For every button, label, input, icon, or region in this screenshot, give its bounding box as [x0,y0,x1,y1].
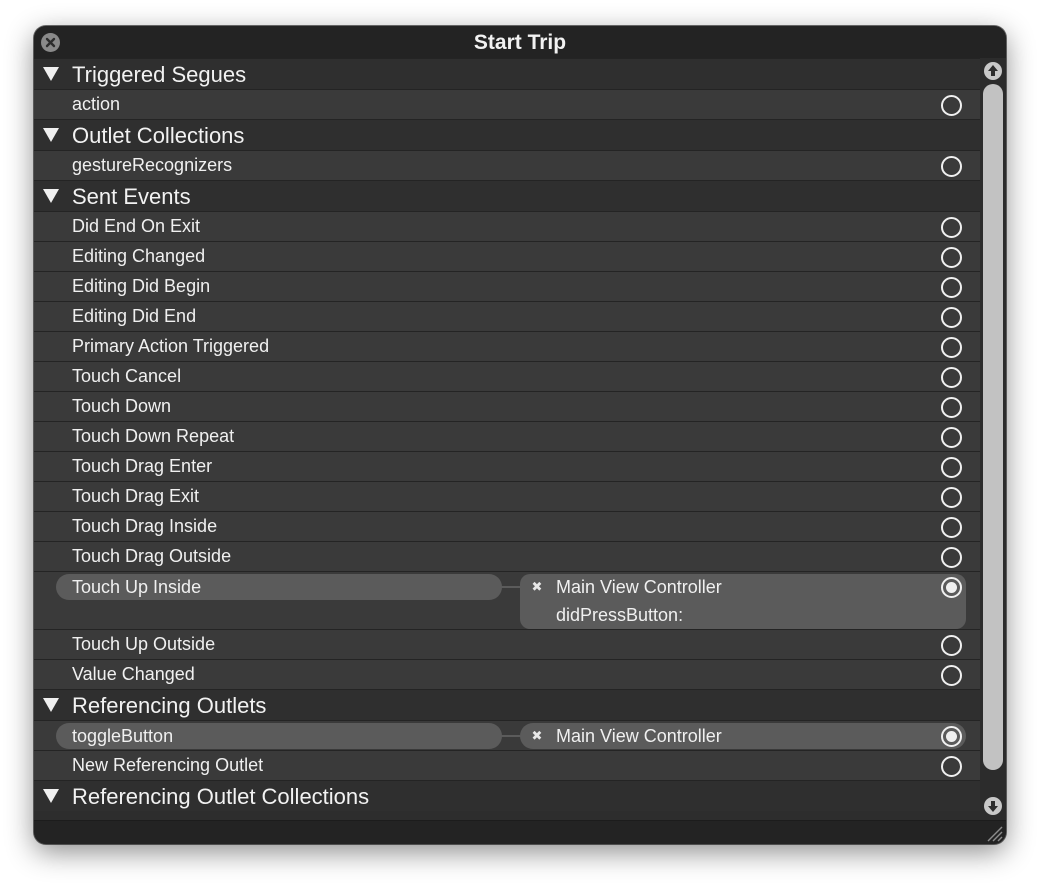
arrow-up-icon [988,65,998,76]
connection-circle-icon[interactable] [941,635,962,656]
connection-row-action: action [34,89,980,119]
connection-row-toggle-button: toggleButton ✖ Main View Controller [34,720,980,750]
section-header-outlet-collections[interactable]: Outlet Collections [34,119,980,150]
connection-row-touch-drag-enter: Touch Drag Enter [34,451,980,481]
connection-circle-icon[interactable] [941,427,962,448]
remove-connection-icon[interactable]: ✖ [531,728,543,743]
connection-label: Editing Did Begin [72,276,211,296]
connection-label: toggleButton [72,726,174,746]
connection-label: New Referencing Outlet [72,755,264,775]
section-label: Referencing Outlet Collections [72,784,370,809]
connection-row-touch-down-repeat: Touch Down Repeat [34,421,980,451]
connection-row-touch-drag-outside: Touch Drag Outside [34,541,980,571]
connection-circle-icon[interactable] [941,517,962,538]
connection-target-method: didPressButton: [556,605,684,625]
connections-inspector-window: Start Trip Triggered Segues action Outle… [34,26,1006,844]
resize-grip-icon [987,826,1003,842]
vertical-scrollbar[interactable] [980,58,1006,820]
connection-circle-icon[interactable] [941,95,962,116]
connection-circle-icon[interactable] [941,756,962,777]
scrollbar-thumb[interactable] [983,84,1003,770]
connected-event-pill[interactable]: Touch Up Inside [56,574,502,600]
connection-label: Primary Action Triggered [72,336,270,356]
connection-circle-icon[interactable] [941,277,962,298]
connection-label: Editing Changed [72,246,206,266]
connection-label: Touch Up Inside [72,577,202,597]
connection-circle-icon[interactable] [941,367,962,388]
connection-label: Touch Cancel [72,366,182,386]
connection-row-touch-up-inside: Touch Up Inside ✖ Main View Controller d… [34,571,980,629]
connected-outlet-pill[interactable]: toggleButton [56,723,502,749]
connection-line [500,735,522,737]
connection-label: Value Changed [72,664,195,684]
connection-line [500,586,522,588]
connection-row-editing-changed: Editing Changed [34,241,980,271]
resize-grip[interactable] [985,824,1003,842]
connection-row-touch-drag-exit: Touch Drag Exit [34,481,980,511]
connection-label: Touch Drag Outside [72,546,232,566]
connection-row-editing-did-end: Editing Did End [34,301,980,331]
connection-target-name: Main View Controller [556,577,722,597]
connection-label: Touch Down [72,396,172,416]
connection-circle-icon[interactable] [941,337,962,358]
connection-circle-icon[interactable] [941,397,962,418]
connection-circle-icon[interactable] [941,457,962,478]
connected-circle-icon[interactable] [941,726,962,747]
bottom-bar [34,820,1006,844]
title-bar: Start Trip [34,26,1006,58]
connection-label: Touch Drag Enter [72,456,213,476]
connection-target[interactable]: ✖ Main View Controller [520,723,966,749]
connection-target[interactable]: ✖ Main View Controller didPressButton: [520,574,966,629]
connection-row-new-referencing-outlet: New Referencing Outlet [34,750,980,780]
connection-row-did-end-on-exit: Did End On Exit [34,211,980,241]
section-header-triggered-segues[interactable]: Triggered Segues [34,58,980,89]
connection-row-touch-down: Touch Down [34,391,980,421]
connections-list: Triggered Segues action Outlet Collectio… [34,58,980,811]
connection-circle-icon[interactable] [941,547,962,568]
connection-target-name: Main View Controller [556,726,722,746]
connection-row-touch-cancel: Touch Cancel [34,361,980,391]
section-header-referencing-outlet-collections[interactable]: Referencing Outlet Collections [34,780,980,811]
disclosure-triangle-icon[interactable] [43,189,59,203]
disclosure-triangle-icon[interactable] [43,698,59,712]
connection-label: Editing Did End [72,306,197,326]
close-icon [45,37,56,48]
connection-label: action [72,94,121,114]
scroll-down-button[interactable] [984,797,1002,815]
window-title: Start Trip [473,31,567,54]
disclosure-triangle-icon[interactable] [43,789,59,803]
connection-circle-icon[interactable] [941,487,962,508]
section-header-sent-events[interactable]: Sent Events [34,180,980,211]
section-label: Sent Events [72,184,191,209]
disclosure-triangle-icon[interactable] [43,128,59,142]
connection-circle-icon[interactable] [941,665,962,686]
connection-row-primary-action-triggered: Primary Action Triggered [34,331,980,361]
connection-circle-icon[interactable] [941,307,962,328]
scroll-up-button[interactable] [984,62,1002,80]
connection-circle-icon[interactable] [941,156,962,177]
connection-label: Touch Drag Exit [72,486,200,506]
connection-label: Touch Up Outside [72,634,216,654]
remove-connection-icon[interactable]: ✖ [531,579,543,594]
section-label: Triggered Segues [72,62,247,87]
section-label: Referencing Outlets [72,693,267,718]
connected-circle-icon[interactable] [941,577,962,598]
connection-label: gestureRecognizers [72,155,233,175]
section-label: Outlet Collections [72,123,245,148]
connection-label: Touch Down Repeat [72,426,235,446]
connection-row-touch-drag-inside: Touch Drag Inside [34,511,980,541]
connection-row-value-changed: Value Changed [34,659,980,689]
section-header-referencing-outlets[interactable]: Referencing Outlets [34,689,980,720]
connection-label: Did End On Exit [72,216,201,236]
connection-row-gesture-recognizers: gestureRecognizers [34,150,980,180]
connection-circle-icon[interactable] [941,247,962,268]
disclosure-triangle-icon[interactable] [43,67,59,81]
connection-row-touch-up-outside: Touch Up Outside [34,629,980,659]
connection-label: Touch Drag Inside [72,516,218,536]
connection-circle-icon[interactable] [941,217,962,238]
arrow-down-icon [988,801,998,812]
close-button[interactable] [41,33,60,52]
connection-row-editing-did-begin: Editing Did Begin [34,271,980,301]
